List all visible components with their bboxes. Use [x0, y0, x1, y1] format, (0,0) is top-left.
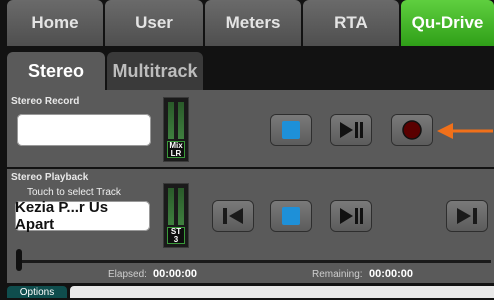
next-track-button[interactable]	[447, 201, 487, 231]
footer-bar	[70, 286, 494, 298]
record-filename-field[interactable]	[17, 114, 151, 146]
tab-user-label: User	[135, 13, 173, 32]
stereo-playback-panel: Stereo Playback Touch to select Track Ke…	[7, 169, 494, 283]
elapsed-label: Elapsed:	[108, 269, 147, 280]
tab-qu-drive-label: Qu-Drive	[411, 13, 484, 32]
stop-icon	[282, 207, 300, 225]
mix-lr-meter-label: Mix LR	[167, 141, 185, 158]
tab-user[interactable]: User	[105, 0, 203, 46]
skip-back-icon	[223, 208, 243, 224]
tab-meters[interactable]: Meters	[205, 0, 301, 46]
st3-meter-label: ST 3	[167, 227, 185, 244]
st3-meter: ST 3	[163, 183, 189, 248]
subtab-stereo[interactable]: Stereo	[7, 52, 105, 90]
stereo-playback-title: Stereo Playback	[11, 172, 89, 183]
record-play-pause-button[interactable]	[331, 115, 371, 145]
select-track-hint: Touch to select Track	[27, 187, 121, 198]
record-button[interactable]	[392, 115, 432, 145]
record-icon	[402, 120, 422, 140]
position-slider-track[interactable]	[19, 260, 491, 263]
skip-forward-icon	[457, 208, 477, 224]
tab-rta-label: RTA	[334, 13, 368, 32]
remaining-value: 00:00:00	[369, 268, 414, 280]
arrow-left-icon	[437, 123, 493, 139]
options-label: Options	[19, 287, 55, 298]
elapsed-value: 00:00:00	[153, 268, 198, 280]
tab-rta[interactable]: RTA	[303, 0, 399, 46]
previous-track-button[interactable]	[213, 201, 253, 231]
stereo-record-title: Stereo Record	[11, 96, 80, 107]
remaining-label: Remaining:	[312, 269, 363, 280]
play-pause-icon	[340, 122, 363, 138]
position-slider-handle[interactable]	[16, 249, 22, 271]
tab-home-label: Home	[31, 13, 79, 32]
play-pause-icon	[340, 208, 363, 224]
meter-label-line2: 3	[173, 235, 179, 244]
mix-lr-meter: Mix LR	[163, 97, 189, 162]
stereo-record-panel: Stereo Record Mix LR	[7, 90, 494, 167]
subtab-multitrack[interactable]: Multitrack	[107, 52, 203, 90]
meter-bar-left	[168, 102, 174, 139]
meter-label-line2: LR	[170, 149, 182, 158]
tab-home[interactable]: Home	[7, 0, 103, 46]
tab-qu-drive[interactable]: Qu-Drive	[401, 0, 494, 46]
meter-bar-right	[178, 188, 184, 225]
options-button[interactable]: Options	[7, 286, 67, 298]
playback-stop-button[interactable]	[271, 201, 311, 231]
track-select-field[interactable]: Kezia P...r Us Apart	[15, 199, 150, 233]
tab-meters-label: Meters	[225, 13, 281, 32]
subtab-multitrack-label: Multitrack	[112, 60, 198, 81]
meter-bar-right	[178, 102, 184, 139]
stop-icon	[282, 121, 300, 139]
record-stop-button[interactable]	[271, 115, 311, 145]
playback-play-pause-button[interactable]	[331, 201, 371, 231]
meter-bar-left	[168, 188, 174, 225]
subtab-stereo-label: Stereo	[27, 60, 85, 81]
